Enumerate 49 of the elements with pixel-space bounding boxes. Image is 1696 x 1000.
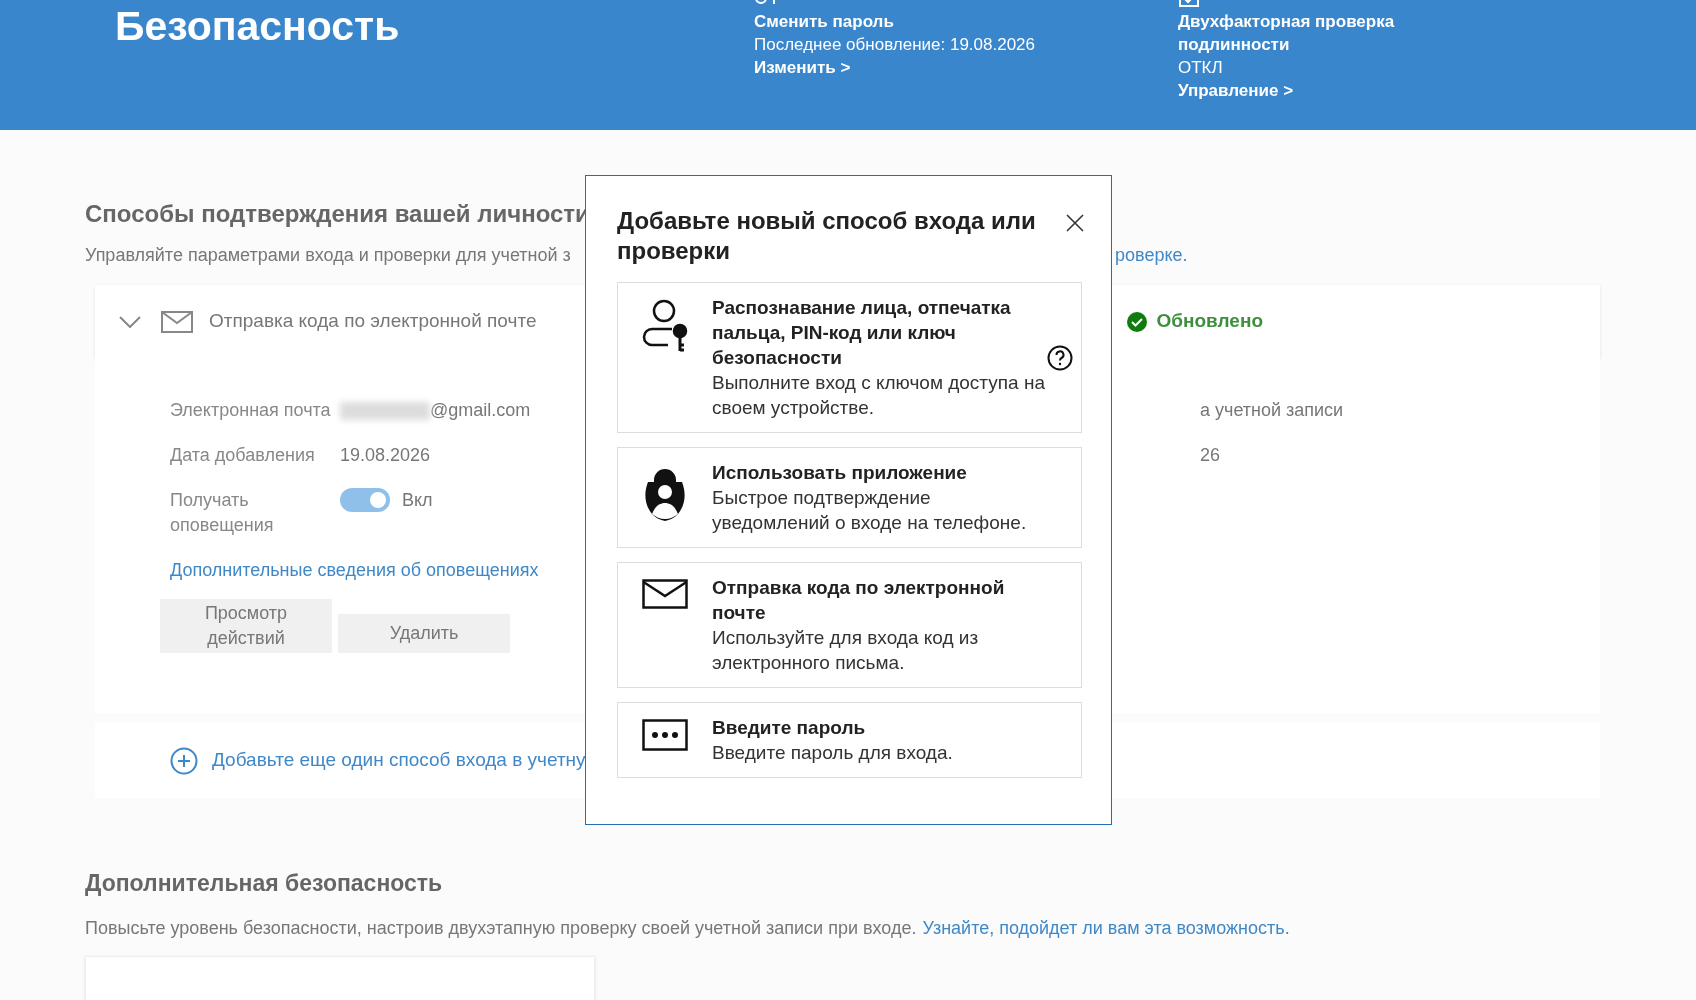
person-key-icon xyxy=(642,299,690,353)
toggle-state: Вкл xyxy=(402,489,433,512)
envelope-icon xyxy=(161,310,193,333)
option-description: Быстрое подтверждение уведомлений о входе на телефоне. xyxy=(712,486,1028,535)
close-button[interactable] xyxy=(1064,212,1086,234)
field-label: Дата добавления xyxy=(170,444,316,467)
section-description: Управляйте параметрами входа и проверки для учетной з xyxy=(85,244,571,267)
option-card[interactable]: Отправка кода по электронной почте Используйте для входа код из электронного письма. xyxy=(617,562,1082,688)
section-description: Повысьте уровень безопасности, настроив двухэтапную проверку своей учетной записи при входе. xyxy=(85,916,917,940)
section-heading: Дополнительная безопасность xyxy=(85,869,443,898)
option-title: Использовать приложение xyxy=(712,461,968,485)
password-dots-icon xyxy=(642,719,688,751)
field-value: 19.08.2026 xyxy=(340,444,431,467)
field-label: Электронная почта xyxy=(170,399,332,422)
field-label: Получать оповещения xyxy=(170,489,275,537)
field-text: 26 xyxy=(1200,444,1221,467)
card-title: Сменить пароль xyxy=(754,11,895,33)
option-card[interactable]: Введите пароль Введите пароль для входа. xyxy=(617,702,1082,778)
envelope-icon xyxy=(642,579,688,609)
dialog-title: Добавьте новый способ входа или проверки xyxy=(617,206,1037,266)
option-card[interactable]: Распознавание лица, отпечатка пальца, PIN-код или ключ безопасности Выполните вход с ключом доступа на своем устройстве. xyxy=(617,282,1082,433)
card-link[interactable]: Управление > xyxy=(1178,79,1294,102)
notifications-link[interactable]: Дополнительные сведения об оповещениях xyxy=(170,558,539,583)
option-title: Введите пароль xyxy=(712,716,867,740)
help-icon[interactable] xyxy=(1047,344,1073,371)
status-text: Обновлено xyxy=(1156,309,1263,334)
option-description: Используйте для входа код из электронного письма. xyxy=(712,626,980,675)
option-description: Выполните вход с ключом доступа на своем устройстве. xyxy=(712,371,1045,420)
action-button[interactable]: Удалить xyxy=(338,614,510,653)
option-description: Введите пароль для входа. xyxy=(712,741,954,765)
add-method-link[interactable]: Добавьте еще один способ входа в учетну xyxy=(212,746,586,775)
action-button[interactable]: Просмотр действий xyxy=(160,599,332,653)
chevron-icon[interactable] xyxy=(119,315,141,328)
plus-circle-icon xyxy=(170,746,198,775)
card-title: Двухфакторная проверка подлинности xyxy=(1178,11,1396,56)
option-card[interactable]: Использовать приложение Быстрое подтверждение уведомлений о входе на телефоне. xyxy=(617,447,1082,548)
method-name: Отправка кода по электронной почте xyxy=(209,309,537,334)
learn-more-link[interactable]: Узнайте, подойдет ли вам эта возможность. xyxy=(922,914,1290,942)
description-link[interactable]: роверке. xyxy=(1115,242,1188,269)
card-link[interactable]: Изменить > xyxy=(754,56,851,79)
option-title: Распознавание лица, отпечатка пальца, PIN-код или ключ безопасности xyxy=(712,296,1012,370)
field-text: а учетной записи xyxy=(1200,399,1344,422)
check-circle-icon xyxy=(1126,311,1147,332)
card-status: Последнее обновление: 19.08.2026 xyxy=(754,34,1037,56)
card-status: ОТКЛ xyxy=(1178,57,1224,79)
notification-toggle[interactable] xyxy=(340,488,390,512)
page-title: Безопасность xyxy=(115,6,401,51)
option-title: Отправка кода по электронной почте xyxy=(712,576,1006,625)
field-value: @gmail.com xyxy=(430,399,531,422)
